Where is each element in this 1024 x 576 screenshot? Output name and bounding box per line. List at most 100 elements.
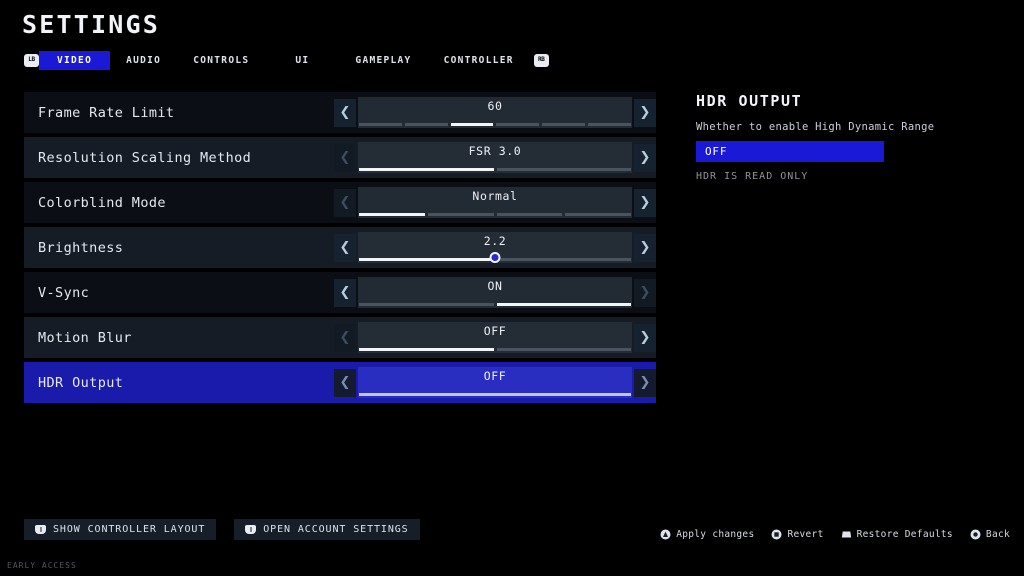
setting-value-widget[interactable]: OFF — [358, 367, 632, 398]
page-title: SETTINGS — [22, 10, 161, 39]
setting-value-text: OFF — [483, 369, 507, 383]
setting-value-text: 60 — [487, 99, 503, 113]
setting-value-widget[interactable]: FSR 3.0 — [358, 142, 632, 173]
progress-segment — [359, 303, 494, 306]
hint-restore-defaults[interactable]: Restore Defaults — [841, 529, 953, 540]
slider-fill — [359, 258, 495, 261]
settings-list: Frame Rate Limit ❮ 60 ❯ Resolution Scaling M… — [24, 92, 656, 407]
detail-note: HDR IS READ ONLY — [696, 171, 809, 182]
progress-segment — [450, 123, 494, 126]
setting-row[interactable]: Frame Rate Limit ❮ 60 ❯ — [24, 92, 656, 133]
chevron-left-icon[interactable]: ❮ — [334, 98, 356, 127]
setting-value-widget[interactable]: OFF — [358, 322, 632, 353]
setting-row[interactable]: Motion Blur ❮ OFF ❯ — [24, 317, 656, 358]
hint-revert[interactable]: Revert — [771, 529, 823, 540]
setting-value-text: ON — [487, 279, 503, 293]
bottom-buttons: SHOW CONTROLLER LAYOUT OPEN ACCOUNT SETT… — [24, 519, 420, 540]
progress-segment — [359, 213, 425, 216]
hint-back[interactable]: Back — [970, 529, 1010, 540]
tab-audio[interactable]: AUDIO — [110, 51, 177, 70]
button-back-icon — [970, 529, 981, 540]
progress-segment — [588, 123, 631, 126]
chevron-right-icon[interactable]: ❯ — [634, 278, 656, 307]
progress-segment — [496, 168, 631, 171]
tab-gameplay[interactable]: GAMEPLAY — [339, 51, 427, 70]
chevron-left-icon[interactable]: ❮ — [334, 323, 356, 352]
left-bumper-icon[interactable]: LB — [24, 53, 39, 67]
slider-knob[interactable] — [489, 252, 501, 263]
segmented-progress-bar — [359, 213, 631, 216]
chevron-right-icon[interactable]: ❯ — [634, 98, 656, 127]
setting-value-widget[interactable]: ON — [358, 277, 632, 308]
chevron-right-icon[interactable]: ❯ — [634, 368, 656, 397]
setting-row-label: Frame Rate Limit — [38, 104, 175, 121]
tab-bar: LB VIDEO AUDIO CONTROLS UI GAMEPLAY CONT… — [24, 50, 549, 70]
progress-segment — [496, 123, 540, 126]
chevron-left-icon[interactable]: ❮ — [334, 188, 356, 217]
segmented-progress-bar — [359, 123, 631, 126]
chevron-left-icon[interactable]: ❮ — [334, 278, 356, 307]
progress-segment — [496, 348, 631, 351]
slider-track[interactable] — [359, 252, 631, 263]
early-access-label: EARLY ACCESS — [7, 561, 77, 570]
setting-row-label: V-Sync — [38, 284, 90, 301]
touchpad-icon — [841, 529, 852, 540]
detail-description: Whether to enable High Dynamic Range — [696, 121, 935, 133]
setting-value-text: Normal — [472, 189, 518, 203]
progress-segment — [359, 393, 631, 396]
chevron-right-icon[interactable]: ❯ — [634, 233, 656, 262]
segmented-progress-bar — [359, 393, 631, 396]
progress-segment — [359, 168, 494, 171]
setting-value-widget[interactable]: Normal — [358, 187, 632, 218]
detail-title: HDR OUTPUT — [696, 92, 803, 110]
progress-segment — [427, 213, 494, 216]
setting-row-label: Motion Blur — [38, 329, 132, 346]
progress-segment — [496, 213, 563, 216]
tab-video[interactable]: VIDEO — [39, 50, 111, 70]
progress-segment — [496, 303, 631, 306]
progress-segment — [542, 123, 586, 126]
setting-row[interactable]: Brightness ❮ 2.2 ❯ — [24, 227, 656, 268]
chevron-right-icon[interactable]: ❯ — [634, 143, 656, 172]
setting-value-widget[interactable]: 60 — [358, 97, 632, 128]
setting-value-widget[interactable]: 2.2 — [358, 232, 632, 263]
chevron-right-icon[interactable]: ❯ — [634, 323, 656, 352]
setting-row-label: Colorblind Mode — [38, 194, 166, 211]
tab-ui[interactable]: UI — [265, 51, 339, 70]
setting-value-text: FSR 3.0 — [468, 144, 522, 158]
chevron-right-icon[interactable]: ❯ — [634, 188, 656, 217]
segmented-progress-bar — [359, 303, 631, 306]
button-a-icon — [660, 529, 671, 540]
progress-segment — [359, 123, 402, 126]
gamepad-icon — [245, 525, 257, 534]
setting-row-label: Brightness — [38, 239, 124, 256]
show-controller-layout-button[interactable]: SHOW CONTROLLER LAYOUT — [24, 519, 217, 540]
tab-controller[interactable]: CONTROLLER — [428, 51, 530, 70]
hint-bar: Apply changes Revert Restore Defaults Ba… — [660, 529, 1010, 540]
progress-segment — [359, 348, 494, 351]
setting-row[interactable]: V-Sync ❮ ON ❯ — [24, 272, 656, 313]
setting-row[interactable]: Resolution Scaling Method ❮ FSR 3.0 ❯ — [24, 137, 656, 178]
chevron-left-icon[interactable]: ❮ — [334, 143, 356, 172]
setting-row[interactable]: HDR Output ❮ OFF ❯ — [24, 362, 656, 403]
hint-apply-changes[interactable]: Apply changes — [660, 529, 754, 540]
detail-panel: HDR OUTPUT Whether to enable High Dynami… — [696, 92, 996, 182]
open-account-settings-label: OPEN ACCOUNT SETTINGS — [263, 524, 409, 535]
hint-revert-label: Revert — [787, 529, 824, 540]
segmented-progress-bar — [359, 348, 631, 351]
detail-value-badge: OFF — [696, 141, 884, 162]
open-account-settings-button[interactable]: OPEN ACCOUNT SETTINGS — [234, 519, 420, 540]
chevron-left-icon[interactable]: ❮ — [334, 368, 356, 397]
chevron-left-icon[interactable]: ❮ — [334, 233, 356, 262]
setting-value-text: 2.2 — [483, 234, 507, 248]
hint-back-label: Back — [985, 529, 1010, 540]
tab-controls[interactable]: CONTROLS — [177, 51, 265, 70]
setting-row-label: HDR Output — [38, 374, 124, 391]
hint-apply-changes-label: Apply changes — [676, 529, 755, 540]
button-circle-icon — [771, 529, 782, 540]
setting-value-text: OFF — [483, 324, 507, 338]
show-controller-layout-label: SHOW CONTROLLER LAYOUT — [53, 524, 206, 535]
progress-segment — [404, 123, 448, 126]
right-bumper-icon[interactable]: RB — [533, 53, 549, 67]
setting-row[interactable]: Colorblind Mode ❮ Normal ❯ — [24, 182, 656, 223]
